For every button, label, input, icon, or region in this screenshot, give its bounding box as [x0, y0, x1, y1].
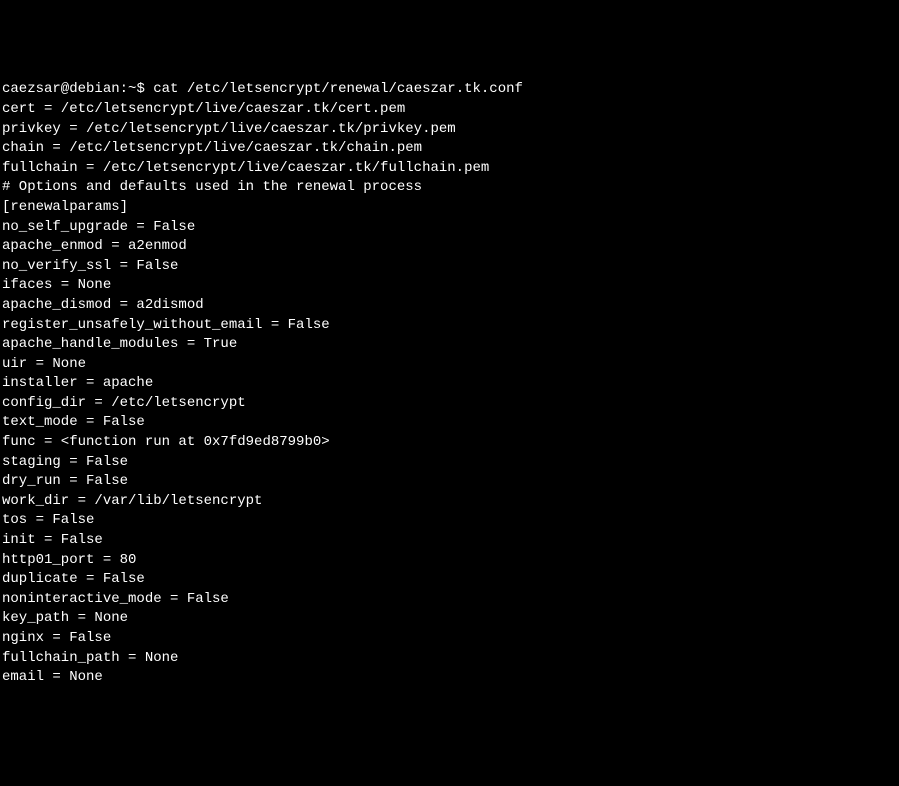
output-line: duplicate = False: [2, 570, 897, 590]
output-line: # Options and defaults used in the renew…: [2, 178, 897, 198]
output-line: http01_port = 80: [2, 551, 897, 571]
output-line: privkey = /etc/letsencrypt/live/caeszar.…: [2, 120, 897, 140]
prompt-userhost: caezsar@debian: [2, 81, 120, 97]
prompt-separator: :: [120, 81, 128, 97]
output-line: fullchain = /etc/letsencrypt/live/caesza…: [2, 159, 897, 179]
output-line: work_dir = /var/lib/letsencrypt: [2, 492, 897, 512]
output-line: config_dir = /etc/letsencrypt: [2, 394, 897, 414]
output-line: apache_handle_modules = True: [2, 335, 897, 355]
output-line: staging = False: [2, 453, 897, 473]
output-line: uir = None: [2, 355, 897, 375]
output-line: init = False: [2, 531, 897, 551]
prompt-line: caezsar@debian:~$ cat /etc/letsencrypt/r…: [2, 80, 897, 100]
output-line: apache_dismod = a2dismod: [2, 296, 897, 316]
output-line: nginx = False: [2, 629, 897, 649]
output-line: func = <function run at 0x7fd9ed8799b0>: [2, 433, 897, 453]
output-line: tos = False: [2, 511, 897, 531]
output-line: no_self_upgrade = False: [2, 218, 897, 238]
output-line: fullchain_path = None: [2, 649, 897, 669]
output-line: installer = apache: [2, 374, 897, 394]
output-line: chain = /etc/letsencrypt/live/caeszar.tk…: [2, 139, 897, 159]
terminal-window[interactable]: caezsar@debian:~$ cat /etc/letsencrypt/r…: [2, 80, 897, 687]
output-line: noninteractive_mode = False: [2, 590, 897, 610]
output-line: register_unsafely_without_email = False: [2, 316, 897, 336]
command-text: cat /etc/letsencrypt/renewal/caeszar.tk.…: [153, 81, 523, 97]
output-line: text_mode = False: [2, 413, 897, 433]
output-line: dry_run = False: [2, 472, 897, 492]
output-line: email = None: [2, 668, 897, 688]
output-line: ifaces = None: [2, 276, 897, 296]
prompt-dollar: $: [136, 81, 144, 97]
output-line: apache_enmod = a2enmod: [2, 237, 897, 257]
output-line: no_verify_ssl = False: [2, 257, 897, 277]
output-line: cert = /etc/letsencrypt/live/caeszar.tk/…: [2, 100, 897, 120]
output-line: [renewalparams]: [2, 198, 897, 218]
output-line: key_path = None: [2, 609, 897, 629]
